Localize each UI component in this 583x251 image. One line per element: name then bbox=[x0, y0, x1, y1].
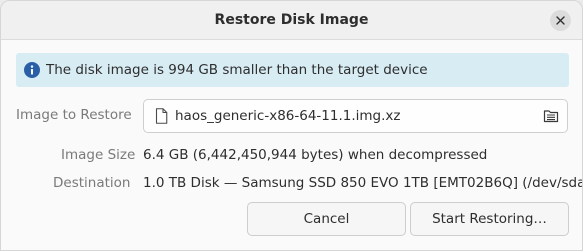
dialog-title: Restore Disk Image bbox=[214, 12, 369, 28]
close-icon bbox=[556, 16, 565, 25]
info-bar: The disk image is 994 GB smaller than th… bbox=[16, 53, 569, 87]
image-size-label: Image Size bbox=[61, 147, 136, 163]
start-restoring-button[interactable]: Start Restoring… bbox=[410, 202, 569, 236]
destination-value: 1.0 TB Disk — Samsung SSD 850 EVO 1TB [E… bbox=[143, 175, 583, 191]
image-file-name: haos_generic-x86-64-11.1.img.xz bbox=[175, 108, 401, 124]
restore-disk-image-dialog: Restore Disk Image The disk image is 994… bbox=[0, 0, 583, 251]
document-icon bbox=[155, 108, 168, 124]
close-button[interactable] bbox=[550, 10, 571, 31]
cancel-button[interactable]: Cancel bbox=[247, 202, 406, 236]
image-size-value: 6.4 GB (6,442,450,944 bytes) when decomp… bbox=[143, 147, 488, 163]
folder-browse-icon[interactable] bbox=[543, 108, 559, 124]
titlebar: Restore Disk Image bbox=[1, 1, 582, 40]
info-icon bbox=[24, 62, 40, 78]
destination-label: Destination bbox=[53, 175, 131, 191]
image-to-restore-label: Image to Restore bbox=[16, 107, 132, 123]
info-message: The disk image is 994 GB smaller than th… bbox=[46, 62, 428, 78]
image-file-chooser[interactable]: haos_generic-x86-64-11.1.img.xz bbox=[143, 99, 568, 133]
